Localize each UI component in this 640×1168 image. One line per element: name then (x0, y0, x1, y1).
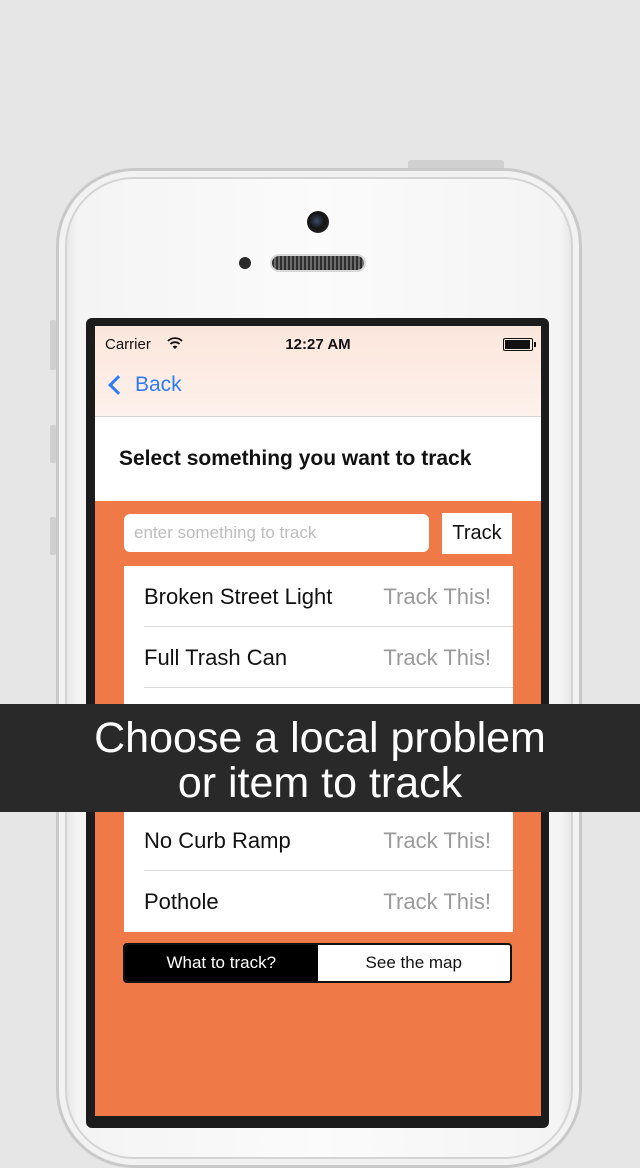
list-item[interactable]: Full Trash Can Track This! (124, 627, 513, 688)
list-item[interactable]: Broken Street Light Track This! (124, 566, 513, 627)
list-item[interactable]: No Curb Ramp Track This! (124, 810, 513, 871)
segmented-control: What to track? See the map (123, 943, 512, 983)
list-item-label: No Curb Ramp (144, 828, 291, 853)
proximity-sensor (239, 257, 251, 269)
page-title: Select something you want to track (119, 447, 472, 470)
status-time: 12:27 AM (285, 336, 351, 353)
back-button[interactable]: Back (105, 370, 182, 400)
chevron-left-icon (108, 375, 128, 395)
power-button (408, 160, 504, 168)
list-item-label: Pothole (144, 889, 219, 914)
status-bar: Carrier 12:27 AM (95, 330, 541, 360)
earpiece-speaker (272, 256, 364, 270)
list-item-label: Broken Street Light (144, 584, 333, 609)
track-search-input[interactable] (124, 514, 429, 552)
list-item-label: Full Trash Can (144, 645, 288, 670)
track-this-button[interactable]: Track This! (383, 584, 491, 610)
back-label: Back (135, 373, 182, 396)
track-button[interactable]: Track (442, 513, 512, 554)
front-camera (307, 211, 329, 233)
track-this-button[interactable]: Track This! (383, 645, 491, 671)
segment-see-the-map[interactable]: See the map (317, 945, 510, 981)
track-this-button[interactable]: Track This! (383, 889, 491, 915)
navigation-bar: Carrier 12:27 AM Back (95, 326, 541, 417)
battery-icon (503, 338, 536, 351)
caption-banner: Choose a local problem or item to track (0, 704, 640, 812)
caption-line-2: or item to track (177, 759, 463, 807)
list-item[interactable]: Pothole Track This! (124, 871, 513, 932)
battery-level (505, 340, 530, 349)
caption-line-1: Choose a local problem (94, 714, 546, 762)
segment-what-to-track[interactable]: What to track? (125, 945, 318, 981)
track-this-button[interactable]: Track This! (383, 828, 491, 854)
header-band: Select something you want to track (95, 417, 541, 501)
